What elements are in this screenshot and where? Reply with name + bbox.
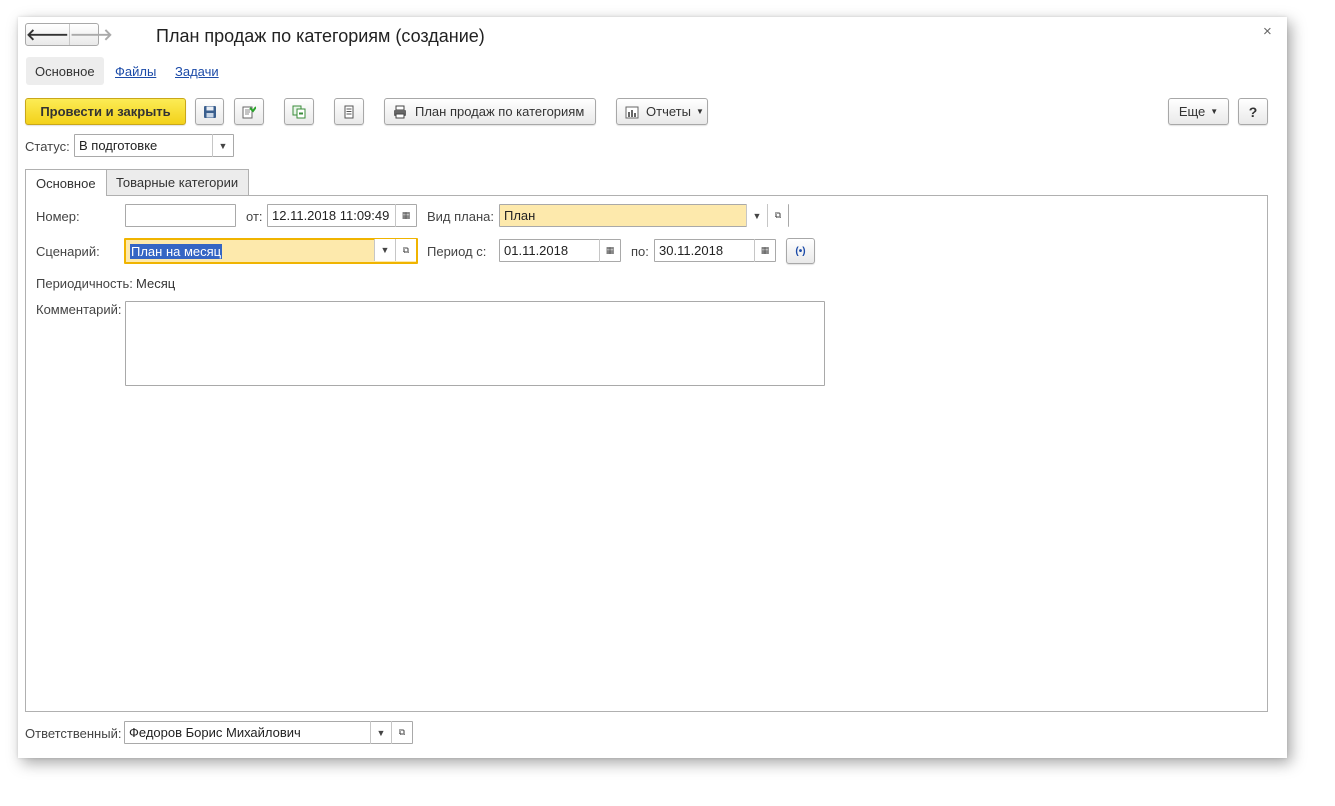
register-list-icon xyxy=(344,105,354,118)
reports-icon xyxy=(625,106,639,118)
section-tasks[interactable]: Задачи xyxy=(175,64,219,79)
open-icon[interactable]: ⧉ xyxy=(767,204,788,227)
calendar-icon[interactable]: ▦ xyxy=(395,204,416,227)
section-files[interactable]: Файлы xyxy=(115,64,156,79)
close-icon[interactable]: × xyxy=(1263,23,1272,40)
status-label: Статус: xyxy=(25,139,70,154)
period-to-input[interactable]: 30.11.2018 ▦ xyxy=(654,239,776,262)
period-select-button[interactable]: (•) xyxy=(786,238,815,264)
period-from-input[interactable]: 01.11.2018 ▦ xyxy=(499,239,621,262)
periodicity-label: Периодичность: xyxy=(36,276,133,291)
post-button[interactable] xyxy=(234,98,264,125)
window-title: План продаж по категориям (создание) xyxy=(156,26,485,46)
reports-button[interactable]: Отчеты ▼ xyxy=(616,98,708,125)
period-to-value: 30.11.2018 xyxy=(659,243,724,258)
post-document-icon xyxy=(242,105,256,118)
tab-product-categories[interactable]: Товарные категории xyxy=(105,169,250,195)
structure-button[interactable] xyxy=(284,98,314,125)
help-button[interactable]: ? xyxy=(1238,98,1268,125)
plan-kind-select[interactable]: План ▼ ⧉ xyxy=(499,204,789,227)
dropdown-arrow-icon[interactable]: ▼ xyxy=(374,239,395,261)
period-selector-icon: (•) xyxy=(795,245,806,257)
calendar-icon[interactable]: ▦ xyxy=(754,239,775,262)
responsible-label: Ответственный: xyxy=(25,726,122,741)
open-icon[interactable]: ⧉ xyxy=(391,721,412,744)
more-button[interactable]: Еще ▼ xyxy=(1168,98,1229,125)
reports-label: Отчеты xyxy=(646,104,691,119)
calendar-icon[interactable]: ▦ xyxy=(599,239,620,262)
scenario-label: Сценарий: xyxy=(36,244,100,259)
periodicity-value: Месяц xyxy=(136,276,176,291)
responsible-value: Федоров Борис Михайлович xyxy=(129,725,301,740)
status-value: В подготовке xyxy=(79,138,158,153)
forward-arrow-icon[interactable]: 🡒 xyxy=(68,24,113,45)
comment-label: Комментарий: xyxy=(36,302,122,317)
plan-kind-value: План xyxy=(504,208,536,223)
number-label: Номер: xyxy=(36,209,80,224)
save-button[interactable] xyxy=(195,98,224,125)
more-label: Еще xyxy=(1178,104,1206,119)
tab-panel-main xyxy=(25,195,1268,712)
post-and-close-button[interactable]: Провести и закрыть xyxy=(25,98,186,125)
dropdown-arrow-icon: ▼ xyxy=(695,107,704,116)
tab-main[interactable]: Основное xyxy=(25,169,107,196)
status-select[interactable]: В подготовке ▼ xyxy=(74,134,234,157)
dropdown-arrow-icon: ▼ xyxy=(1210,107,1219,116)
open-icon[interactable]: ⧉ xyxy=(395,239,416,261)
movements-button[interactable] xyxy=(334,98,364,125)
dropdown-arrow-icon[interactable]: ▼ xyxy=(746,204,767,227)
plan-kind-label: Вид плана: xyxy=(427,209,495,224)
related-documents-icon xyxy=(292,105,306,118)
dropdown-arrow-icon[interactable]: ▼ xyxy=(370,721,391,744)
print-plan-button[interactable]: План продаж по категориям xyxy=(384,98,596,125)
date-value: 12.11.2018 11:09:49 xyxy=(272,208,390,223)
date-label: от: xyxy=(246,209,263,224)
scenario-select[interactable]: План на месяц ▼ ⧉ xyxy=(124,238,418,264)
back-arrow-icon[interactable]: 🡐 xyxy=(26,24,69,45)
date-input[interactable]: 12.11.2018 11:09:49 ▦ xyxy=(267,204,417,227)
period-from-value: 01.11.2018 xyxy=(504,243,569,258)
document-window: 🡐 🡒 План продаж по категориям (создание)… xyxy=(18,17,1287,758)
navigation-buttons: 🡐 🡒 xyxy=(25,23,113,46)
period-to-label: по: xyxy=(631,244,649,259)
printer-icon xyxy=(394,105,406,118)
period-from-label: Период с: xyxy=(427,244,487,259)
dropdown-arrow-icon[interactable]: ▼ xyxy=(212,134,233,157)
print-plan-label: План продаж по категориям xyxy=(415,104,585,119)
section-main[interactable]: Основное xyxy=(26,57,104,85)
save-icon xyxy=(203,105,216,118)
number-input[interactable] xyxy=(125,204,236,227)
responsible-select[interactable]: Федоров Борис Михайлович ▼ ⧉ xyxy=(124,721,413,744)
scenario-value: План на месяц xyxy=(130,243,223,259)
comment-textarea[interactable] xyxy=(125,301,825,386)
